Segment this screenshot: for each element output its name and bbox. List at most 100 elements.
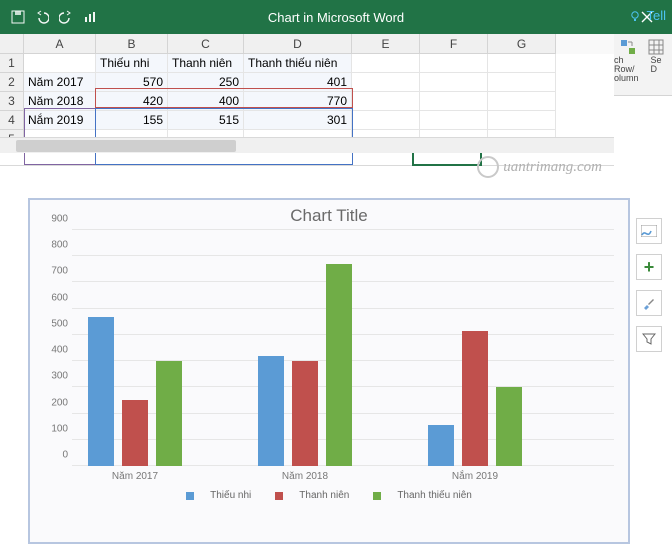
funnel-icon (642, 332, 656, 346)
legend-item[interactable]: Thiếu nhi (180, 490, 257, 501)
cell[interactable]: 770 (244, 92, 352, 111)
bars-area: Năm 2017Năm 2018Nắm 2019 (72, 230, 614, 466)
cell[interactable] (420, 111, 488, 130)
cell[interactable]: Năm 2017 (24, 73, 96, 92)
window-title: Chart in Microsoft Word (0, 10, 672, 25)
switch-icon (619, 38, 637, 56)
cell[interactable] (352, 54, 420, 73)
y-axis: 0100200300400500600700800900 (40, 230, 70, 466)
chart-legend[interactable]: Thiếu nhi Thanh niên Thanh thiếu niên (38, 490, 620, 503)
select-all-corner[interactable] (0, 34, 24, 54)
col-header[interactable]: D (244, 34, 352, 54)
cell[interactable] (488, 54, 556, 73)
horizontal-scrollbar[interactable] (0, 137, 614, 153)
y-tick-label: 500 (51, 318, 68, 329)
bar[interactable] (258, 356, 284, 466)
cell[interactable] (352, 73, 420, 92)
cell[interactable] (488, 111, 556, 130)
cell[interactable]: 250 (168, 73, 244, 92)
y-tick-label: 200 (51, 397, 68, 408)
cell[interactable] (488, 92, 556, 111)
clock-icon (477, 156, 499, 178)
ribbon-fragment: ch Row/ olumn Se D (614, 34, 672, 96)
legend-swatch (186, 492, 194, 500)
bar[interactable] (462, 331, 488, 466)
cell[interactable]: 401 (244, 73, 352, 92)
watermark: uantrimang.com (477, 156, 602, 178)
y-tick-label: 900 (51, 214, 68, 225)
quick-access-toolbar (0, 7, 100, 27)
cell[interactable] (24, 54, 96, 73)
bulb-icon (628, 9, 642, 23)
legend-label: Thiếu nhi (210, 490, 251, 501)
legend-item[interactable]: Thanh niên (269, 490, 355, 501)
save-icon[interactable] (8, 7, 28, 27)
cell[interactable]: 570 (96, 73, 168, 92)
cell[interactable] (420, 54, 488, 73)
bar[interactable] (122, 400, 148, 466)
chart-layout-button[interactable] (636, 218, 662, 244)
cell[interactable]: Nắm 2019 (24, 111, 96, 130)
row-header[interactable]: 1 (0, 54, 24, 73)
cell[interactable] (352, 111, 420, 130)
embedded-chart[interactable]: Chart Title 0 100 200 300 400 500 600 700 800 900… (28, 198, 630, 544)
row-header[interactable]: 2 (0, 73, 24, 92)
col-header[interactable]: A (24, 34, 96, 54)
y-tick-label: 700 (51, 266, 68, 277)
cell[interactable]: Thanh niên (168, 54, 244, 73)
spreadsheet[interactable]: A B C D E F G 1 Thiếu nhi Thanh niên Tha… (0, 34, 614, 166)
y-tick-label: 800 (51, 240, 68, 251)
chart-filter-button[interactable] (636, 326, 662, 352)
cell[interactable]: 420 (96, 92, 168, 111)
excel-titlebar: Chart in Microsoft Word (0, 0, 672, 34)
y-tick-label: 300 (51, 371, 68, 382)
brush-icon (642, 296, 656, 310)
bar[interactable] (292, 361, 318, 466)
x-tick-label: Năm 2017 (88, 471, 182, 482)
cell[interactable]: Thiếu nhi (96, 54, 168, 73)
grid-icon (647, 38, 665, 56)
cell[interactable] (420, 73, 488, 92)
chart-icon[interactable] (80, 7, 100, 27)
cell[interactable]: 301 (244, 111, 352, 130)
cell[interactable]: 515 (168, 111, 244, 130)
col-header[interactable]: G (488, 34, 556, 54)
scrollbar-thumb[interactable] (16, 140, 236, 152)
select-data-button[interactable]: Se D (642, 34, 670, 95)
cell[interactable] (488, 73, 556, 92)
cell[interactable]: Thanh thiếu niên (244, 54, 352, 73)
col-header[interactable]: E (352, 34, 420, 54)
y-tick-label: 600 (51, 292, 68, 303)
bar[interactable] (496, 387, 522, 466)
bar[interactable] (326, 264, 352, 466)
col-header[interactable]: F (420, 34, 488, 54)
switch-row-col-button[interactable]: ch Row/ olumn (614, 34, 642, 95)
cell[interactable]: 155 (96, 111, 168, 130)
chart-styles-button[interactable] (636, 290, 662, 316)
legend-item[interactable]: Thanh thiếu niên (367, 490, 478, 501)
undo-icon[interactable] (32, 7, 52, 27)
tell-me-search[interactable]: Tell (628, 8, 666, 23)
chart-title[interactable]: Chart Title (38, 206, 620, 226)
column-headers: A B C D E F G (0, 34, 614, 54)
y-tick-label: 400 (51, 345, 68, 356)
legend-label: Thanh thiếu niên (397, 490, 472, 501)
cell[interactable] (420, 92, 488, 111)
y-tick-label: 100 (51, 423, 68, 434)
cell[interactable]: 400 (168, 92, 244, 111)
chart-side-tools: + (636, 218, 666, 362)
col-header[interactable]: C (168, 34, 244, 54)
col-header[interactable]: B (96, 34, 168, 54)
cell[interactable] (352, 92, 420, 111)
bar[interactable] (156, 361, 182, 466)
bar[interactable] (428, 425, 454, 466)
legend-swatch (275, 492, 283, 500)
bar[interactable] (88, 317, 114, 466)
x-tick-label: Năm 2018 (258, 471, 352, 482)
chart-add-element-button[interactable]: + (636, 254, 662, 280)
row-header[interactable]: 3 (0, 92, 24, 111)
row-header[interactable]: 4 (0, 111, 24, 130)
redo-icon[interactable] (56, 7, 76, 27)
cell[interactable]: Năm 2018 (24, 92, 96, 111)
y-tick-label: 0 (62, 450, 68, 461)
